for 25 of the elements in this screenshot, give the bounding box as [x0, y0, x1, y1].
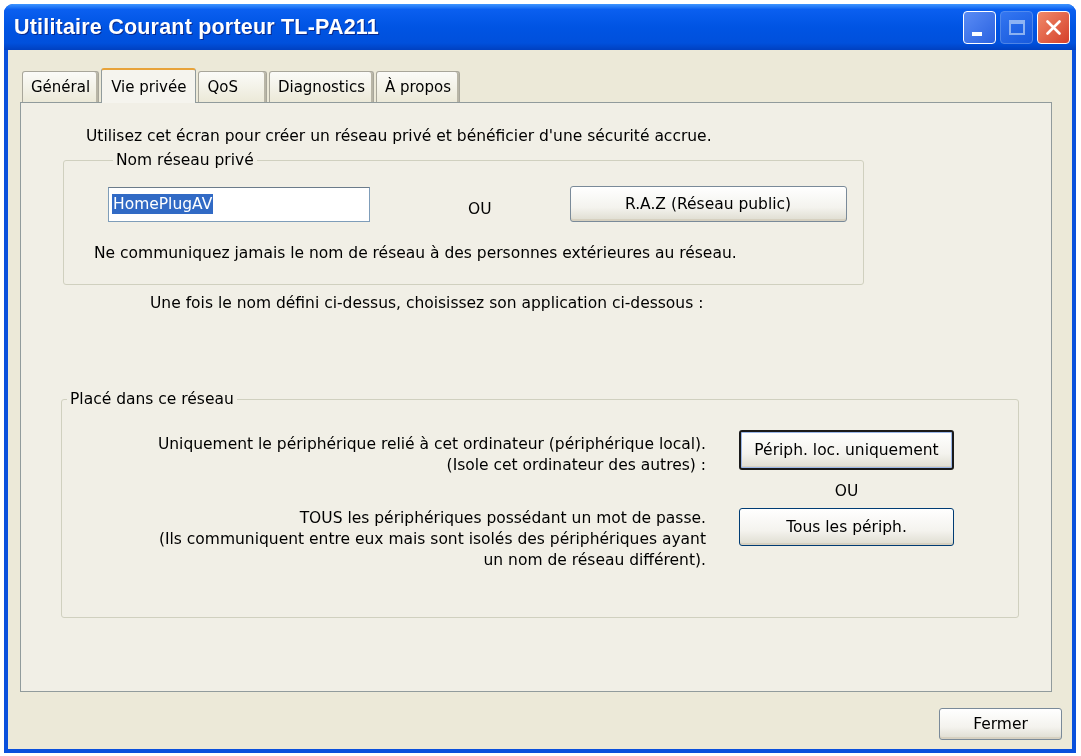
warning-text: Ne communiquez jamais le nom de réseau à des personnes extérieures au réseau.: [94, 244, 738, 262]
or-label: OU: [834, 482, 859, 500]
close-button[interactable]: [1037, 10, 1070, 44]
tab[interactable]: QoS: [198, 71, 267, 102]
option-button[interactable]: Périph. loc. uniquement: [739, 430, 954, 470]
reset-button[interactable]: R.A.Z (Réseau public): [569, 186, 847, 222]
maximize-icon: [1008, 19, 1025, 35]
minimize-button[interactable]: [963, 10, 996, 44]
option-description: Uniquement le périphérique relié à cet ordinateur (périphérique local). (Isole cet ordinateur des autres) :: [157, 434, 706, 476]
close-icon: [1046, 19, 1061, 35]
or-label: OU: [468, 200, 492, 218]
group-title: Nom réseau privé: [115, 151, 255, 169]
tab[interactable]: À propos: [376, 71, 461, 102]
tab[interactable]: Vie privée: [101, 68, 197, 103]
instruction-text: Une fois le nom défini ci-dessus, choisissez son application ci-dessous :: [150, 294, 704, 312]
minimize-icon: [971, 32, 982, 36]
close-dialog-button[interactable]: Fermer: [939, 708, 1062, 740]
window-title: Utilitaire Courant porteur TL-PA211: [14, 14, 380, 40]
network-name-field[interactable]: HomePlugAV: [108, 186, 370, 222]
group-title: Placé dans ce réseau: [69, 390, 235, 408]
tab[interactable]: Général: [22, 71, 100, 102]
intro-text: Utilisez cet écran pour créer un réseau privé et bénéficier d'une sécurité accrue.: [86, 127, 712, 145]
option-description: TOUS les périphériques possédant un mot de passe. (Ils communiquent entre eux mais sont isolés des périphériques ayant un nom de réseau différent).: [158, 508, 706, 571]
option-button[interactable]: Tous les périph.: [739, 508, 954, 546]
tab[interactable]: Diagnostics: [268, 71, 374, 102]
